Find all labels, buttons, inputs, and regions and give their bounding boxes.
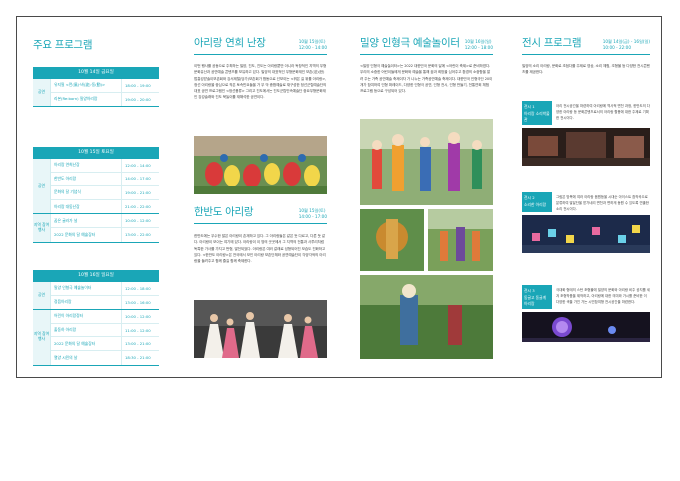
exhibition-title: 전시 프로그램 <box>522 37 582 49</box>
arirang-column: 아리랑 연희 난장 10월 15일(토) 12:00 - 14:00 이번 행사… <box>194 17 327 377</box>
exhibition-1-description: 아리 전시공간을 마련하여 아리랑에 역사적 변천 과정, 한반도의 다양한 아… <box>556 104 650 120</box>
puppet-description: <밀양 인형극 예술놀이터>는 2022 대한민국 문화의 달에 <어린이 축제… <box>360 64 493 94</box>
table-row: 한반도 아리랑 14:00 - 17:00 <box>51 172 159 187</box>
program-table-2: 10월 15일 토요일 공연 아리랑 연희난장 12:00 - 14:00 한반도 아리… <box>33 147 159 243</box>
program-name: 열양 시민의 날 <box>54 354 78 360</box>
program-time: 21:00 - 22:00 <box>121 199 159 214</box>
program-category: 지역 참여 행사 <box>33 310 51 365</box>
exhibition-2-photo <box>522 215 650 254</box>
hanbando-description: 한반도에는 우수한 많은 아리랑이 존재하고 있다. 그 아리랑들은 같은 듯 … <box>194 234 326 264</box>
exhibition-2-description: 그림은 방목에 여러 아리랑 음원등을 시대순 아이스트 참작곡으로 분류하여 … <box>556 195 649 211</box>
program-time: 10:00 - 12:00 <box>121 310 159 323</box>
puppet-photo-collage <box>360 119 493 359</box>
section-header-yeonhui: 아리랑 연희 난장 10월 15일(토) 12:00 - 14:00 <box>194 35 327 55</box>
program-table-date: 10월 15일 토요일 <box>33 147 159 159</box>
program-time: 12:00 - 14:00 <box>121 159 159 172</box>
program-name: 문화의 달 기념식 <box>54 189 81 195</box>
program-time: 10:00 - 12:00 <box>121 214 159 227</box>
program-category: 공연 <box>33 282 51 310</box>
exhibition-item-1: 전시 1 아리랑 소리박물관 아리 전시공간을 마련하여 아리랑에 역사적 변천… <box>522 101 650 166</box>
program-time: 13:00 - 16:00 <box>121 295 159 310</box>
program-time: 13:00 - 22:00 <box>121 227 159 242</box>
hanbando-title: 한반도 아리랑 <box>194 206 254 218</box>
program-name: 아리랑 대동난장 <box>54 203 80 209</box>
program-table-3: 10월 16일 일요일 공연 밀양 인형극 예술놀이터 12:00 - 18:00 정읍… <box>33 270 159 366</box>
program-group: 공연 밀양 인형극 예술놀이터 12:00 - 18:00 정읍아리랑 13:00 - … <box>33 282 159 311</box>
program-group: 지역 참여 행사 어린이 아리랑정터 10:00 - 12:00 출동하 아리랑 11:… <box>33 310 159 366</box>
exhibition-schedule: 10월 14일(금) - 16일(일) 10:00 - 22:00 <box>602 39 650 50</box>
table-row: 아리랑 연희난장 12:00 - 14:00 <box>51 159 159 173</box>
hanbando-schedule: 10월 15일(토) 14:00 - 17:00 <box>298 208 327 219</box>
program-time: 19:00 - 20:00 <box>121 92 159 107</box>
table-row: 정읍아리랑 13:00 - 16:00 <box>51 295 159 310</box>
program-name: 아리랑 연희난장 <box>54 162 80 168</box>
exhibition-item-2: 전시 2 소리한 아리랑 그림은 방목에 여러 아리랑 음원등을 시대순 아이스… <box>522 192 650 254</box>
table-row: 리본(Re:born) 밀양아리랑 19:00 - 20:00 <box>51 92 159 107</box>
program-group: 공연 유지필 <먼(風)·바(波)·동(動)> 18:00 - 19:00 리본(Re… <box>33 79 159 108</box>
puppet-schedule: 10월 16일(일) 12:00 - 18:00 <box>464 39 493 50</box>
program-group: 공연 아리랑 연희난장 12:00 - 14:00 한반도 아리랑 14:00 - 17… <box>33 159 159 215</box>
exhibition-3-photo <box>522 311 650 342</box>
program-name: 밀양 인형극 예술놀이터 <box>54 285 92 291</box>
exhibition-1-label: 전시 1 아리랑 소리박물관 <box>522 101 552 125</box>
exhibition-2-label: 전시 2 소리한 아리랑 <box>522 192 552 213</box>
program-time: 11:00 - 12:00 <box>121 323 159 337</box>
table-row: 어린이 아리랑정터 10:00 - 12:00 <box>51 310 159 324</box>
program-table-date: 10월 14일 금요일 <box>33 67 159 79</box>
program-name: 리본(Re:born) 밀양아리랑 <box>54 96 98 102</box>
table-row: 열양 시민의 날 18:30 - 21:00 <box>51 350 159 365</box>
program-category: 공연 <box>33 79 51 107</box>
program-name: 2022 문화의 달 예술장터 <box>54 231 96 237</box>
program-category: 공연 <box>33 159 51 214</box>
program-time: 18:30 - 21:00 <box>121 350 159 365</box>
yeonhui-photo <box>194 136 327 194</box>
yeonhui-schedule: 10월 15일(토) 12:00 - 14:00 <box>298 39 327 50</box>
exhibition-intro: 밀양의 소리 아리랑, 문화로 초점다를 주제로 영상, 소리 체험, 조형물 … <box>522 64 650 75</box>
program-name: 한반도 아리랑 <box>54 175 77 181</box>
section-header-puppet: 밀양 인형극 예술놀이터 10월 16일(일) 12:00 - 18:00 <box>360 35 493 55</box>
program-time: 18:00 - 19:00 <box>121 79 159 92</box>
program-time: 14:00 - 17:00 <box>121 172 159 186</box>
yeonhui-title: 아리랑 연희 난장 <box>194 37 266 49</box>
exhibition-column: 전시 프로그램 10월 14일(금) - 16일(일) 10:00 - 22:0… <box>522 17 650 377</box>
program-table-date: 10월 16일 일요일 <box>33 270 159 282</box>
yeonhui-description: 이번 행사를 공동으로 주최하는 밀양, 진도, 진도는 아리랑뿐만 아니라 독… <box>194 64 327 100</box>
table-row: 유지필 <먼(風)·바(波)·동(動)> 18:00 - 19:00 <box>51 79 159 93</box>
program-category: 지역 참여 행사 <box>33 214 51 242</box>
puppet-column: 밀양 인형극 예술놀이터 10월 16일(일) 12:00 - 18:00 <밀… <box>360 17 493 377</box>
table-row: 2022 문화의 달 예술장터 13:00 - 22:00 <box>51 227 159 242</box>
section-header-exhibition: 전시 프로그램 10월 14일(금) - 16일(일) 10:00 - 22:0… <box>522 35 650 55</box>
program-name: 출동하 아리랑 <box>54 327 77 333</box>
program-time: 12:00 - 18:00 <box>121 282 159 295</box>
program-name: 2022 문화의 달 예술장터 <box>54 340 96 346</box>
section-header-hanbando: 한반도 아리랑 10월 15일(토) 14:00 - 17:00 <box>194 204 327 224</box>
table-row: 꿈은 굴러가 널 10:00 - 12:00 <box>51 214 159 228</box>
program-time: 19:00 - 21:00 <box>121 186 159 199</box>
main-programs-column: 주요 프로그램 10월 14일 금요일 공연 유지필 <먼(風)·바(波)·동(動)… <box>33 17 175 377</box>
table-row: 밀양 인형극 예술놀이터 12:00 - 18:00 <box>51 282 159 296</box>
program-group: 지역 참여 행사 꿈은 굴러가 널 10:00 - 12:00 2022 문화의 달 … <box>33 214 159 243</box>
program-name: 어린이 아리랑정터 <box>54 313 84 319</box>
program-table-1: 10월 14일 금요일 공연 유지필 <먼(風)·바(波)·동(動)> 18:00 -… <box>33 67 159 108</box>
table-row: 2022 문화의 달 예술장터 13:00 - 21:00 <box>51 337 159 351</box>
brochure-frame: 주요 프로그램 10월 14일 금요일 공연 유지필 <먼(風)·바(波)·동(動)… <box>16 16 662 378</box>
table-row: 출동하 아리랑 11:00 - 12:00 <box>51 323 159 338</box>
table-row: 아리랑 대동난장 21:00 - 22:00 <box>51 199 159 214</box>
program-name: 꿈은 굴러가 널 <box>54 217 78 223</box>
program-name: 정읍아리랑 <box>54 299 72 305</box>
exhibition-1-photo <box>522 127 650 166</box>
exhibition-item-3: 전시 3 동글고 동글게 아리랑 극대화 형태의 스탄 조형물에 밀양의 문화와… <box>522 285 650 342</box>
program-name: 유지필 <먼(風)·바(波)·동(動)> <box>54 82 106 88</box>
table-row: 문화의 달 기념식 19:00 - 21:00 <box>51 186 159 200</box>
exhibition-3-description: 극대화 형태의 스탄 조형물에 밀양의 문화와 아리랑 비주 공지를 세겨 조형… <box>556 288 650 304</box>
main-programs-title: 주요 프로그램 <box>33 39 93 51</box>
puppet-title: 밀양 인형극 예술놀이터 <box>360 37 460 49</box>
program-time: 13:00 - 21:00 <box>121 337 159 350</box>
exhibition-3-label: 전시 3 동글고 동글게 아리랑 <box>522 285 552 309</box>
hanbando-photo <box>194 300 327 358</box>
